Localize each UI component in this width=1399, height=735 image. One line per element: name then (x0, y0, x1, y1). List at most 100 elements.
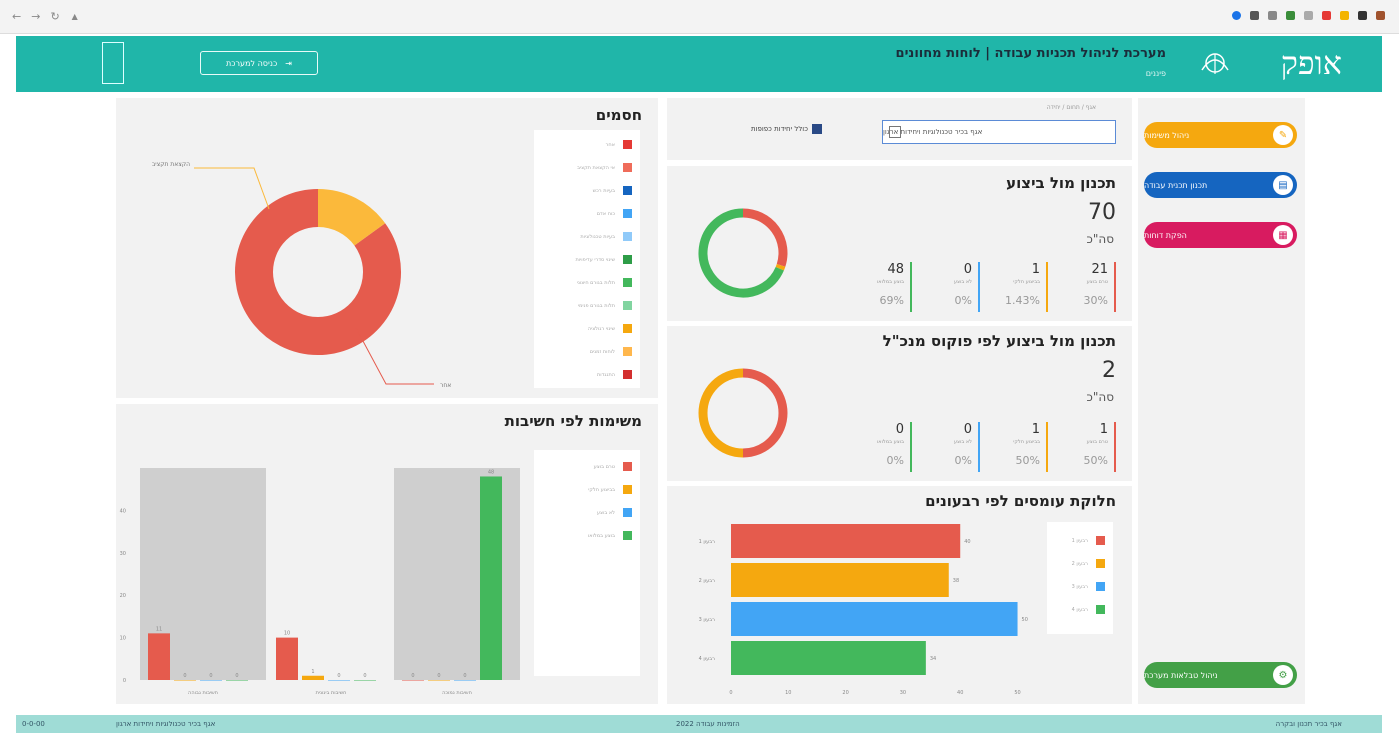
legend-swatch (623, 347, 632, 356)
bar[interactable] (148, 633, 170, 680)
bar[interactable] (731, 602, 1018, 636)
extension-icon[interactable] (1322, 11, 1331, 20)
legend-label: בעיות רכש (592, 187, 615, 194)
sidebar-item-system-tables[interactable]: ניהול טבלאות מערכת ⚙ (1144, 662, 1297, 688)
donut-slice[interactable] (698, 368, 744, 458)
bar-value-label: 11 (156, 626, 162, 632)
extension-icon[interactable] (1376, 11, 1385, 20)
legend-item: לא בוצע (597, 508, 632, 517)
checkbox-checked-icon[interactable] (811, 124, 822, 134)
extension-icon[interactable] (1304, 11, 1313, 20)
plan-vs-exec-donut (698, 208, 788, 298)
legend-item: רבעון 1 (1072, 536, 1105, 545)
bar[interactable] (731, 641, 926, 675)
plan-vs-exec-focus-donut (698, 368, 788, 458)
bar[interactable] (226, 680, 248, 681)
kpi-label: לא בוצע (953, 439, 972, 445)
extension-icon[interactable] (1286, 11, 1295, 20)
y-tick-label: 20 (120, 593, 126, 599)
extension-icon[interactable] (1250, 11, 1259, 20)
kpi-not-done: 1 טרם בוצע 50% (1054, 422, 1116, 472)
bar[interactable] (200, 680, 222, 681)
include-subunits-checkbox[interactable]: כולל יחידות כפופות (751, 124, 822, 134)
legend-item: רבעון 4 (1072, 605, 1105, 614)
donut-slice[interactable] (742, 208, 788, 267)
legend-item: אחר (606, 140, 632, 149)
login-label: כניסה למערכת (226, 58, 278, 68)
bar[interactable] (302, 675, 324, 680)
y-tick-label: 10 (120, 636, 126, 642)
kpi-value: 1 (1031, 262, 1040, 277)
kpi-not-executed: 0 לא בוצע 0% (918, 422, 980, 472)
bar[interactable] (276, 637, 298, 680)
forward-icon[interactable]: → (31, 10, 40, 23)
kpi-value: 0 (963, 422, 972, 437)
login-button[interactable]: כניסה למערכת ⇥ (200, 51, 318, 75)
legend-item: בעיות טכנולוגיות (580, 232, 632, 241)
legend-swatch (1096, 536, 1105, 545)
bar-value-label: 0 (183, 673, 186, 679)
sidebar-item-label: תכנון תכנית עבודה (1144, 180, 1208, 190)
bar[interactable] (354, 680, 376, 681)
plan-vs-exec-total-label: סה"כ (1086, 232, 1115, 246)
legend-swatch (623, 209, 632, 218)
x-tick-label: 10 (785, 690, 791, 696)
extension-icon[interactable] (1232, 11, 1241, 20)
bar[interactable] (428, 680, 450, 681)
donut-slice[interactable] (742, 368, 788, 458)
donut-slice[interactable] (775, 263, 786, 271)
bar[interactable] (731, 524, 961, 558)
extension-icon[interactable] (1268, 11, 1277, 20)
reload-icon[interactable]: ↻ (50, 10, 59, 23)
kpi-value: 1 (1099, 422, 1108, 437)
legend-label: רבעון 4 (1071, 606, 1088, 613)
legend-item: בביצוע חלקי (588, 485, 632, 494)
legend-swatch (1096, 582, 1105, 591)
kpi-label: לא בוצע (953, 279, 972, 285)
sidebar-item-planning[interactable]: תכנון תכנית עבודה ▤ (1144, 172, 1297, 198)
legend-label: רבעון 1 (1071, 537, 1088, 544)
legend-label: רבעון 2 (1071, 560, 1088, 567)
address-bar[interactable]: ▲ (72, 12, 82, 21)
kpi-value: 48 (887, 262, 904, 277)
legend-swatch (623, 255, 632, 264)
legend-item: תלות בגורם חיצוני (577, 278, 632, 287)
blockers-legend: אחר אי הקצאת תקציב בעיות רכש כוח אדם בעי… (534, 130, 640, 388)
kpi-done: 0 בוצע במלואו 0% (850, 422, 912, 472)
sidebar-item-label: ניהול משימות (1144, 130, 1190, 140)
sidebar-item-tasks[interactable]: ניהול משימות ✎ (1144, 122, 1297, 148)
bar[interactable] (480, 476, 502, 680)
legend-swatch (623, 301, 632, 310)
y-tick-label: רבעון 1 (699, 539, 716, 545)
sidebar-item-label: ניהול טבלאות מערכת (1144, 670, 1218, 680)
x-tick-label: 40 (957, 690, 963, 696)
kpi-percent: 1.43% (1005, 294, 1040, 307)
bar-value-label: 0 (363, 673, 366, 679)
bar[interactable] (731, 563, 949, 597)
extension-icon[interactable] (1340, 11, 1349, 20)
x-tick-label: חשיבות בינונית (316, 690, 347, 696)
legend-label: תלות בגורם חיצוני (576, 279, 615, 286)
kpi-value: 0 (895, 422, 904, 437)
dropdown-toggle-icon[interactable] (889, 126, 901, 138)
bar-value-label: 0 (337, 673, 340, 679)
extension-icon[interactable] (1358, 11, 1367, 20)
bar[interactable] (328, 680, 350, 681)
plan-vs-exec-panel: תכנון מול ביצוע 70 סה"כ 21 טרם בוצע 30% … (667, 166, 1132, 321)
bar[interactable] (454, 680, 476, 681)
unit-dropdown[interactable]: אגף בכיר טכנולוגיות ויחידות ארגון (882, 120, 1116, 144)
x-tick-label: חשיבות נמוכה (442, 690, 472, 696)
legend-label: רבעון 3 (1071, 583, 1088, 590)
bar[interactable] (402, 680, 424, 681)
legend-swatch (623, 370, 632, 379)
donut-slice[interactable] (317, 189, 386, 247)
state-emblem-icon (102, 42, 124, 84)
sidebar-item-reports[interactable]: הפקת דוחות ▦ (1144, 222, 1297, 248)
bar-value-label: 0 (235, 673, 238, 679)
priority-legend: טרם בוצע בביצוע חלקי לא בוצע בוצע במלואו (534, 450, 640, 676)
back-icon[interactable]: ← (12, 10, 21, 23)
bar[interactable] (174, 680, 196, 681)
checkbox-label: כולל יחידות כפופות (751, 125, 808, 133)
legend-label: תלות בגורם פנימי (577, 302, 615, 309)
legend-swatch (623, 186, 632, 195)
